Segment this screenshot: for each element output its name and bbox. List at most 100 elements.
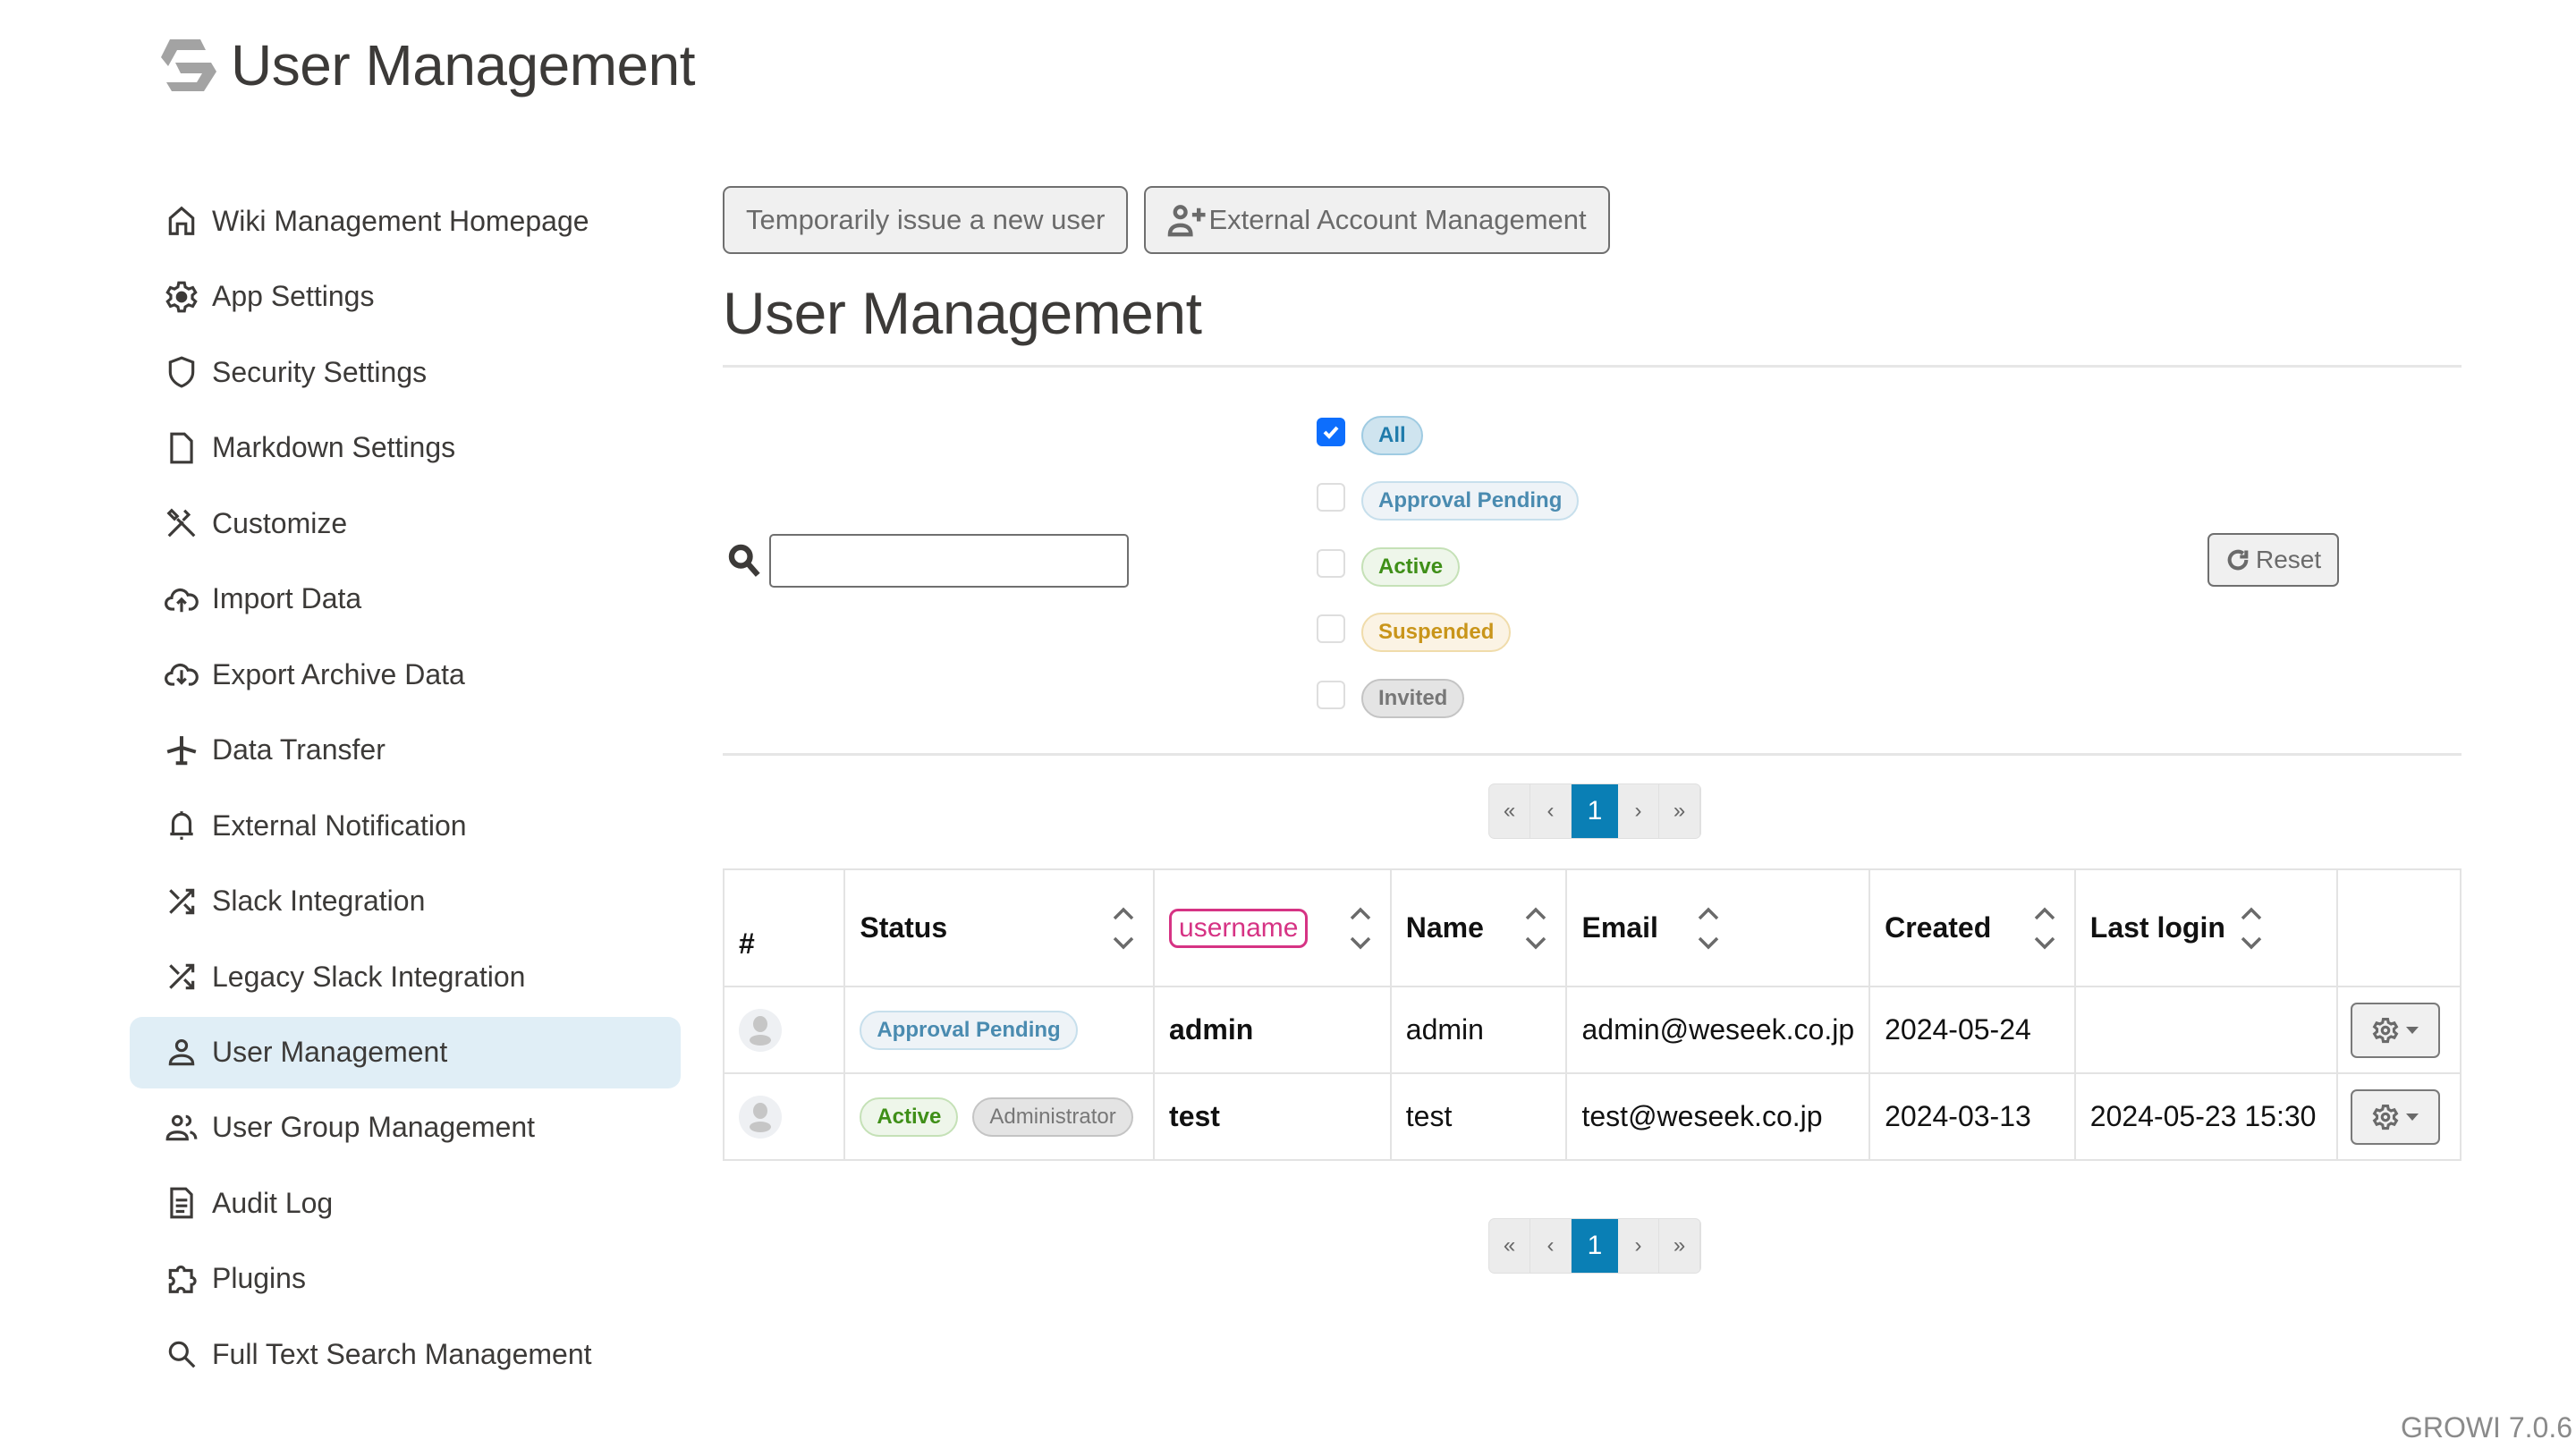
pagination-next[interactable]: › (1618, 1219, 1659, 1273)
filter-invited-checkbox[interactable] (1317, 680, 1345, 709)
sidebar-item-label: Markdown Settings (212, 431, 456, 464)
pagination-prev[interactable]: ‹ (1530, 784, 1572, 838)
filters-divider (723, 753, 2462, 756)
filter-approval-pending-checkbox[interactable] (1317, 483, 1345, 512)
sidebar-item-label: App Settings (212, 280, 375, 313)
sidebar-item-label: Customize (212, 506, 348, 539)
pagination-first[interactable]: « (1489, 784, 1530, 838)
column-header-status: Status (843, 868, 1156, 987)
sort-desc-icon[interactable] (1349, 936, 1372, 950)
tools-icon (162, 504, 201, 543)
sidebar-item-customize[interactable]: Customize (130, 486, 681, 562)
sort-controls (1112, 907, 1135, 950)
sidebar-item-app-settings[interactable]: App Settings (130, 259, 681, 335)
sidebar-item-external-notification[interactable]: External Notification (130, 788, 681, 864)
growi-logo-icon (161, 39, 216, 91)
filter-active[interactable]: Active (1317, 534, 1579, 600)
sort-asc-icon[interactable] (2033, 907, 2056, 921)
sort-desc-icon[interactable] (1697, 936, 1720, 950)
pagination-bottom: « ‹ 1 › » (1488, 1218, 1701, 1274)
column-header-username: username (1153, 868, 1392, 987)
pagination-last[interactable]: » (1659, 1219, 1700, 1273)
filter-all-label: All (1361, 415, 1423, 455)
external-account-management-label: External Account Management (1208, 204, 1587, 235)
sort-asc-icon[interactable] (1697, 907, 1720, 921)
sort-desc-icon[interactable] (1112, 936, 1135, 950)
name-cell: admin (1389, 986, 1568, 1074)
caret-down-icon (2406, 1113, 2419, 1121)
sidebar-item-legacy-slack-integration[interactable]: Legacy Slack Integration (130, 939, 681, 1015)
table-header-row: # Status username Name Email Created Las… (722, 868, 2462, 987)
sidebar-item-label: Data Transfer (212, 733, 386, 766)
sort-desc-icon[interactable] (2033, 936, 2056, 950)
person-icon (162, 1033, 201, 1072)
user-placeholder-icon (750, 1015, 771, 1046)
issue-new-user-button[interactable]: Temporarily issue a new user (723, 186, 1129, 254)
sidebar-item-user-management[interactable]: User Management (130, 1016, 681, 1088)
filter-all-checkbox[interactable] (1317, 417, 1345, 446)
user-search (728, 534, 1129, 588)
shuffle-icon (162, 957, 201, 996)
status-cell: Approval Pending (843, 986, 1156, 1074)
sort-asc-icon[interactable] (2240, 907, 2263, 921)
sidebar-item-label: Audit Log (212, 1186, 334, 1219)
sidebar-item-user-group-management[interactable]: User Group Management (130, 1090, 681, 1166)
shuffle-icon (162, 882, 201, 921)
sidebar-item-full-text-search-management[interactable]: Full Text Search Management (130, 1317, 681, 1393)
actions-cell (2336, 986, 2462, 1074)
filter-suspended[interactable]: Suspended (1317, 600, 1579, 666)
sort-asc-icon[interactable] (1349, 907, 1372, 921)
avatar (739, 1008, 782, 1052)
sidebar-item-wiki-management-homepage[interactable]: Wiki Management Homepage (130, 183, 681, 259)
sidebar-item-security-settings[interactable]: Security Settings (130, 334, 681, 411)
filter-invited[interactable]: Invited (1317, 665, 1579, 732)
pagination-prev[interactable]: ‹ (1530, 1219, 1572, 1273)
sort-asc-icon[interactable] (1524, 907, 1547, 921)
app-title: User Management (231, 33, 695, 97)
page-title: User Management (723, 280, 1202, 346)
pagination-next[interactable]: › (1618, 784, 1659, 838)
reset-button[interactable]: Reset (2207, 533, 2340, 587)
sidebar-item-label: User Management (212, 1036, 448, 1068)
refresh-icon (2227, 549, 2249, 571)
search-icon (728, 544, 760, 577)
sort-desc-icon[interactable] (1524, 936, 1547, 950)
column-header-label: Name (1405, 911, 1484, 944)
pagination-page-current[interactable]: 1 (1572, 1219, 1618, 1273)
name-cell: test (1389, 1072, 1568, 1161)
sidebar-item-slack-integration[interactable]: Slack Integration (130, 864, 681, 940)
sidebar-item-data-transfer[interactable]: Data Transfer (130, 713, 681, 789)
sidebar-item-label: Full Text Search Management (212, 1337, 592, 1370)
filter-invited-label: Invited (1361, 678, 1465, 718)
external-account-management-button[interactable]: External Account Management (1144, 186, 1610, 254)
sidebar-item-label: Slack Integration (212, 885, 426, 918)
pagination-first[interactable]: « (1489, 1219, 1530, 1273)
sidebar-item-audit-log[interactable]: Audit Log (130, 1165, 681, 1241)
column-header-label: Created (1885, 911, 1992, 944)
user-actions-dropdown[interactable] (2351, 1088, 2441, 1145)
pagination-page-current[interactable]: 1 (1572, 784, 1618, 838)
top-actions: Temporarily issue a new user External Ac… (723, 186, 1610, 254)
filter-suspended-checkbox[interactable] (1317, 614, 1345, 644)
title-divider (723, 365, 2462, 368)
sort-controls (2240, 907, 2263, 950)
pagination-last[interactable]: » (1659, 784, 1700, 838)
sort-controls (1524, 907, 1547, 950)
sidebar-item-label: Security Settings (212, 355, 428, 388)
filter-approval-pending-label: Approval Pending (1361, 481, 1580, 521)
search-input[interactable] (769, 534, 1129, 588)
sort-desc-icon[interactable] (2240, 936, 2263, 950)
column-header-label: Status (860, 911, 948, 944)
sidebar-item-import-data[interactable]: Import Data (130, 562, 681, 638)
sort-asc-icon[interactable] (1112, 907, 1135, 921)
filter-approval-pending[interactable]: Approval Pending (1317, 469, 1580, 535)
column-header-email: Email (1565, 868, 1871, 987)
filter-all[interactable]: All (1317, 402, 1579, 469)
user-actions-dropdown[interactable] (2351, 1002, 2441, 1058)
admin-sidebar: Wiki Management Homepage App Settings Se… (130, 183, 681, 1393)
filter-active-checkbox[interactable] (1317, 548, 1345, 578)
sidebar-item-plugins[interactable]: Plugins (130, 1241, 681, 1317)
sidebar-item-markdown-settings[interactable]: Markdown Settings (130, 411, 681, 487)
sidebar-item-export-archive-data[interactable]: Export Archive Data (130, 637, 681, 713)
column-header-created: Created (1868, 868, 2076, 987)
